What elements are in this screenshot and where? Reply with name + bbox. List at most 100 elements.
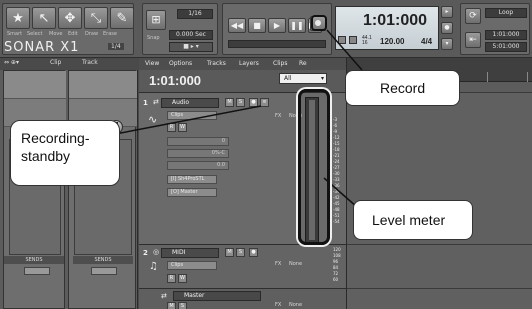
- clips-select[interactable]: Clips: [167, 111, 217, 120]
- master-mute-button[interactable]: M: [167, 302, 176, 309]
- ruler-tick: [527, 72, 528, 82]
- tool-label-smart: Smart: [7, 31, 23, 37]
- solo-button[interactable]: S: [236, 98, 245, 107]
- midi-meter-scale: 120 108 96 84 72 60: [333, 247, 341, 283]
- play-icon[interactable]: ▶: [268, 18, 286, 33]
- write-automation-button[interactable]: W: [178, 123, 187, 132]
- callout-recording-standby: Recording- standby: [10, 120, 120, 186]
- tab-track[interactable]: Track: [82, 59, 98, 66]
- tool-label-draw: Draw: [85, 31, 99, 37]
- inspector-tabs: ⇔ ⊕▾ Clip Track: [0, 58, 138, 70]
- fx-value[interactable]: None: [289, 302, 302, 308]
- read-automation-button[interactable]: R: [167, 123, 176, 132]
- midi-settings-icon[interactable]: ◎: [153, 248, 159, 256]
- metronome-icon[interactable]: [338, 36, 346, 44]
- strip-slot: [69, 71, 137, 99]
- tempo-value[interactable]: 120.00: [380, 37, 404, 46]
- track-filter-select[interactable]: All: [279, 73, 327, 84]
- snap-resolution-select[interactable]: 1/16: [177, 9, 213, 19]
- move-tool-icon[interactable]: ✥: [58, 7, 82, 29]
- snap-mode-buttons[interactable]: ■ ▸ ▾: [169, 42, 213, 52]
- track-settings-icon[interactable]: ⇄: [153, 98, 159, 106]
- callout-record: Record: [345, 70, 460, 106]
- tab-clip[interactable]: Clip: [50, 59, 61, 66]
- menu-region[interactable]: Re: [299, 60, 307, 67]
- record-mode-button[interactable]: ●: [441, 22, 453, 34]
- sends-header-left: SENDS: [4, 256, 64, 264]
- send-slot[interactable]: [91, 267, 117, 275]
- track-midi: 2 MIDI ◎ ♫ M S ● Clips R W FX None 120 10…: [139, 244, 346, 288]
- menu-options[interactable]: Options: [169, 60, 192, 67]
- strip-slot: [4, 71, 66, 99]
- record-button-highlight: [311, 15, 327, 31]
- snap-magnet-icon[interactable]: ⊞: [146, 10, 166, 30]
- master-solo-button[interactable]: S: [178, 302, 187, 309]
- input-echo-button[interactable]: ≋: [260, 98, 269, 107]
- track-name-audio[interactable]: Audio: [161, 98, 219, 108]
- audio-waveform-icon: ∿: [148, 113, 158, 126]
- snap-time-field[interactable]: 0.000 Sec: [169, 30, 213, 40]
- draw-tool-pencil-icon[interactable]: ✎: [110, 7, 134, 29]
- logo-badge: 1/4: [108, 43, 124, 50]
- loop-start-field[interactable]: 1:01:000: [485, 30, 527, 40]
- mute-button[interactable]: M: [225, 248, 234, 257]
- level-meter-highlight: [298, 89, 330, 245]
- select-tool-arrow-icon[interactable]: ↖: [32, 7, 56, 29]
- menu-tracks[interactable]: Tracks: [207, 60, 226, 67]
- input-select[interactable]: [I] Sh4ProSTL: [167, 175, 217, 184]
- meter-scale-label: 60: [333, 277, 339, 282]
- track-name-midi[interactable]: MIDI: [161, 248, 219, 258]
- edit-tool-icon[interactable]: ⤡: [84, 7, 108, 29]
- audio-engine-icon[interactable]: [349, 36, 357, 44]
- ruler-tick: [487, 72, 488, 82]
- record-arm-button[interactable]: ●: [249, 248, 258, 257]
- read-automation-button[interactable]: R: [167, 274, 176, 283]
- sends-header-right: SENDS: [73, 256, 133, 264]
- punch-button[interactable]: ▾: [441, 38, 453, 50]
- toolbar: ★ ↖ ✥ ⤡ ✎ Smart Select Move Edit Draw Er…: [0, 0, 532, 58]
- time-display: 1:01:000: [363, 12, 428, 29]
- mute-button[interactable]: M: [225, 98, 234, 107]
- rewind-icon[interactable]: ◀◀: [228, 18, 246, 33]
- loop-end-field[interactable]: 5:01:000: [485, 42, 527, 52]
- solo-button[interactable]: S: [236, 248, 245, 257]
- tool-label-select: Select: [27, 31, 43, 37]
- clip-lane-master[interactable]: [347, 288, 532, 309]
- time-signature[interactable]: 4/4: [421, 37, 432, 46]
- channel-strip-right: SENDS: [68, 70, 137, 309]
- fx-label: FX: [275, 302, 282, 308]
- track-number: 1: [143, 99, 148, 107]
- menu-layers[interactable]: Layers: [239, 60, 259, 67]
- clip-lane-midi[interactable]: [347, 244, 532, 288]
- loop-icon[interactable]: ⟳: [465, 8, 481, 24]
- tool-label-edit: Edit: [68, 31, 78, 37]
- fx-label: FX: [275, 113, 282, 119]
- snap-module: ⊞ Snap 1/16 0.000 Sec ■ ▸ ▾: [142, 3, 218, 55]
- sample-rate-bottom: 16: [362, 40, 368, 46]
- output-select[interactable]: [O] Master: [167, 188, 217, 197]
- stop-icon[interactable]: ■: [248, 18, 266, 33]
- master-bus-name[interactable]: Master: [173, 291, 261, 301]
- gain-field[interactable]: 0.0: [167, 161, 229, 170]
- menu-clips[interactable]: Clips: [273, 60, 287, 67]
- loop-set-icon[interactable]: ⇤: [465, 32, 481, 48]
- meter-scale: -3 -6 -9 -12 -15 -18 -21 -24 -27 -30 -33 -36 -39 -42-…: [333, 117, 340, 225]
- track-view-menu: View Options Tracks Layers Clips Re: [139, 58, 346, 70]
- loop-module: ⟳ ⇤ Loop 1:01:000 5:01:000: [460, 3, 530, 55]
- fx-label: FX: [275, 261, 282, 267]
- fx-value[interactable]: None: [289, 261, 302, 267]
- clips-select[interactable]: Clips: [167, 261, 217, 270]
- write-automation-button[interactable]: W: [178, 274, 187, 283]
- position-scrubber[interactable]: [228, 40, 326, 48]
- inspector-menu-icon[interactable]: ⇔ ⊕▾: [4, 59, 19, 66]
- record-arm-button[interactable]: ●: [249, 98, 258, 107]
- menu-view[interactable]: View: [145, 60, 159, 67]
- smart-tool-star-icon[interactable]: ★: [6, 7, 30, 29]
- pause-icon[interactable]: ❚❚: [288, 18, 306, 33]
- pan-field[interactable]: 0%-C: [167, 149, 229, 158]
- send-slot[interactable]: [24, 267, 50, 275]
- master-bus-icon: ⇄: [161, 292, 167, 300]
- volume-field[interactable]: 0: [167, 137, 229, 146]
- track-master: ⇄ Master M S FX None: [139, 288, 346, 309]
- scroll-up-button[interactable]: ▸: [441, 6, 453, 18]
